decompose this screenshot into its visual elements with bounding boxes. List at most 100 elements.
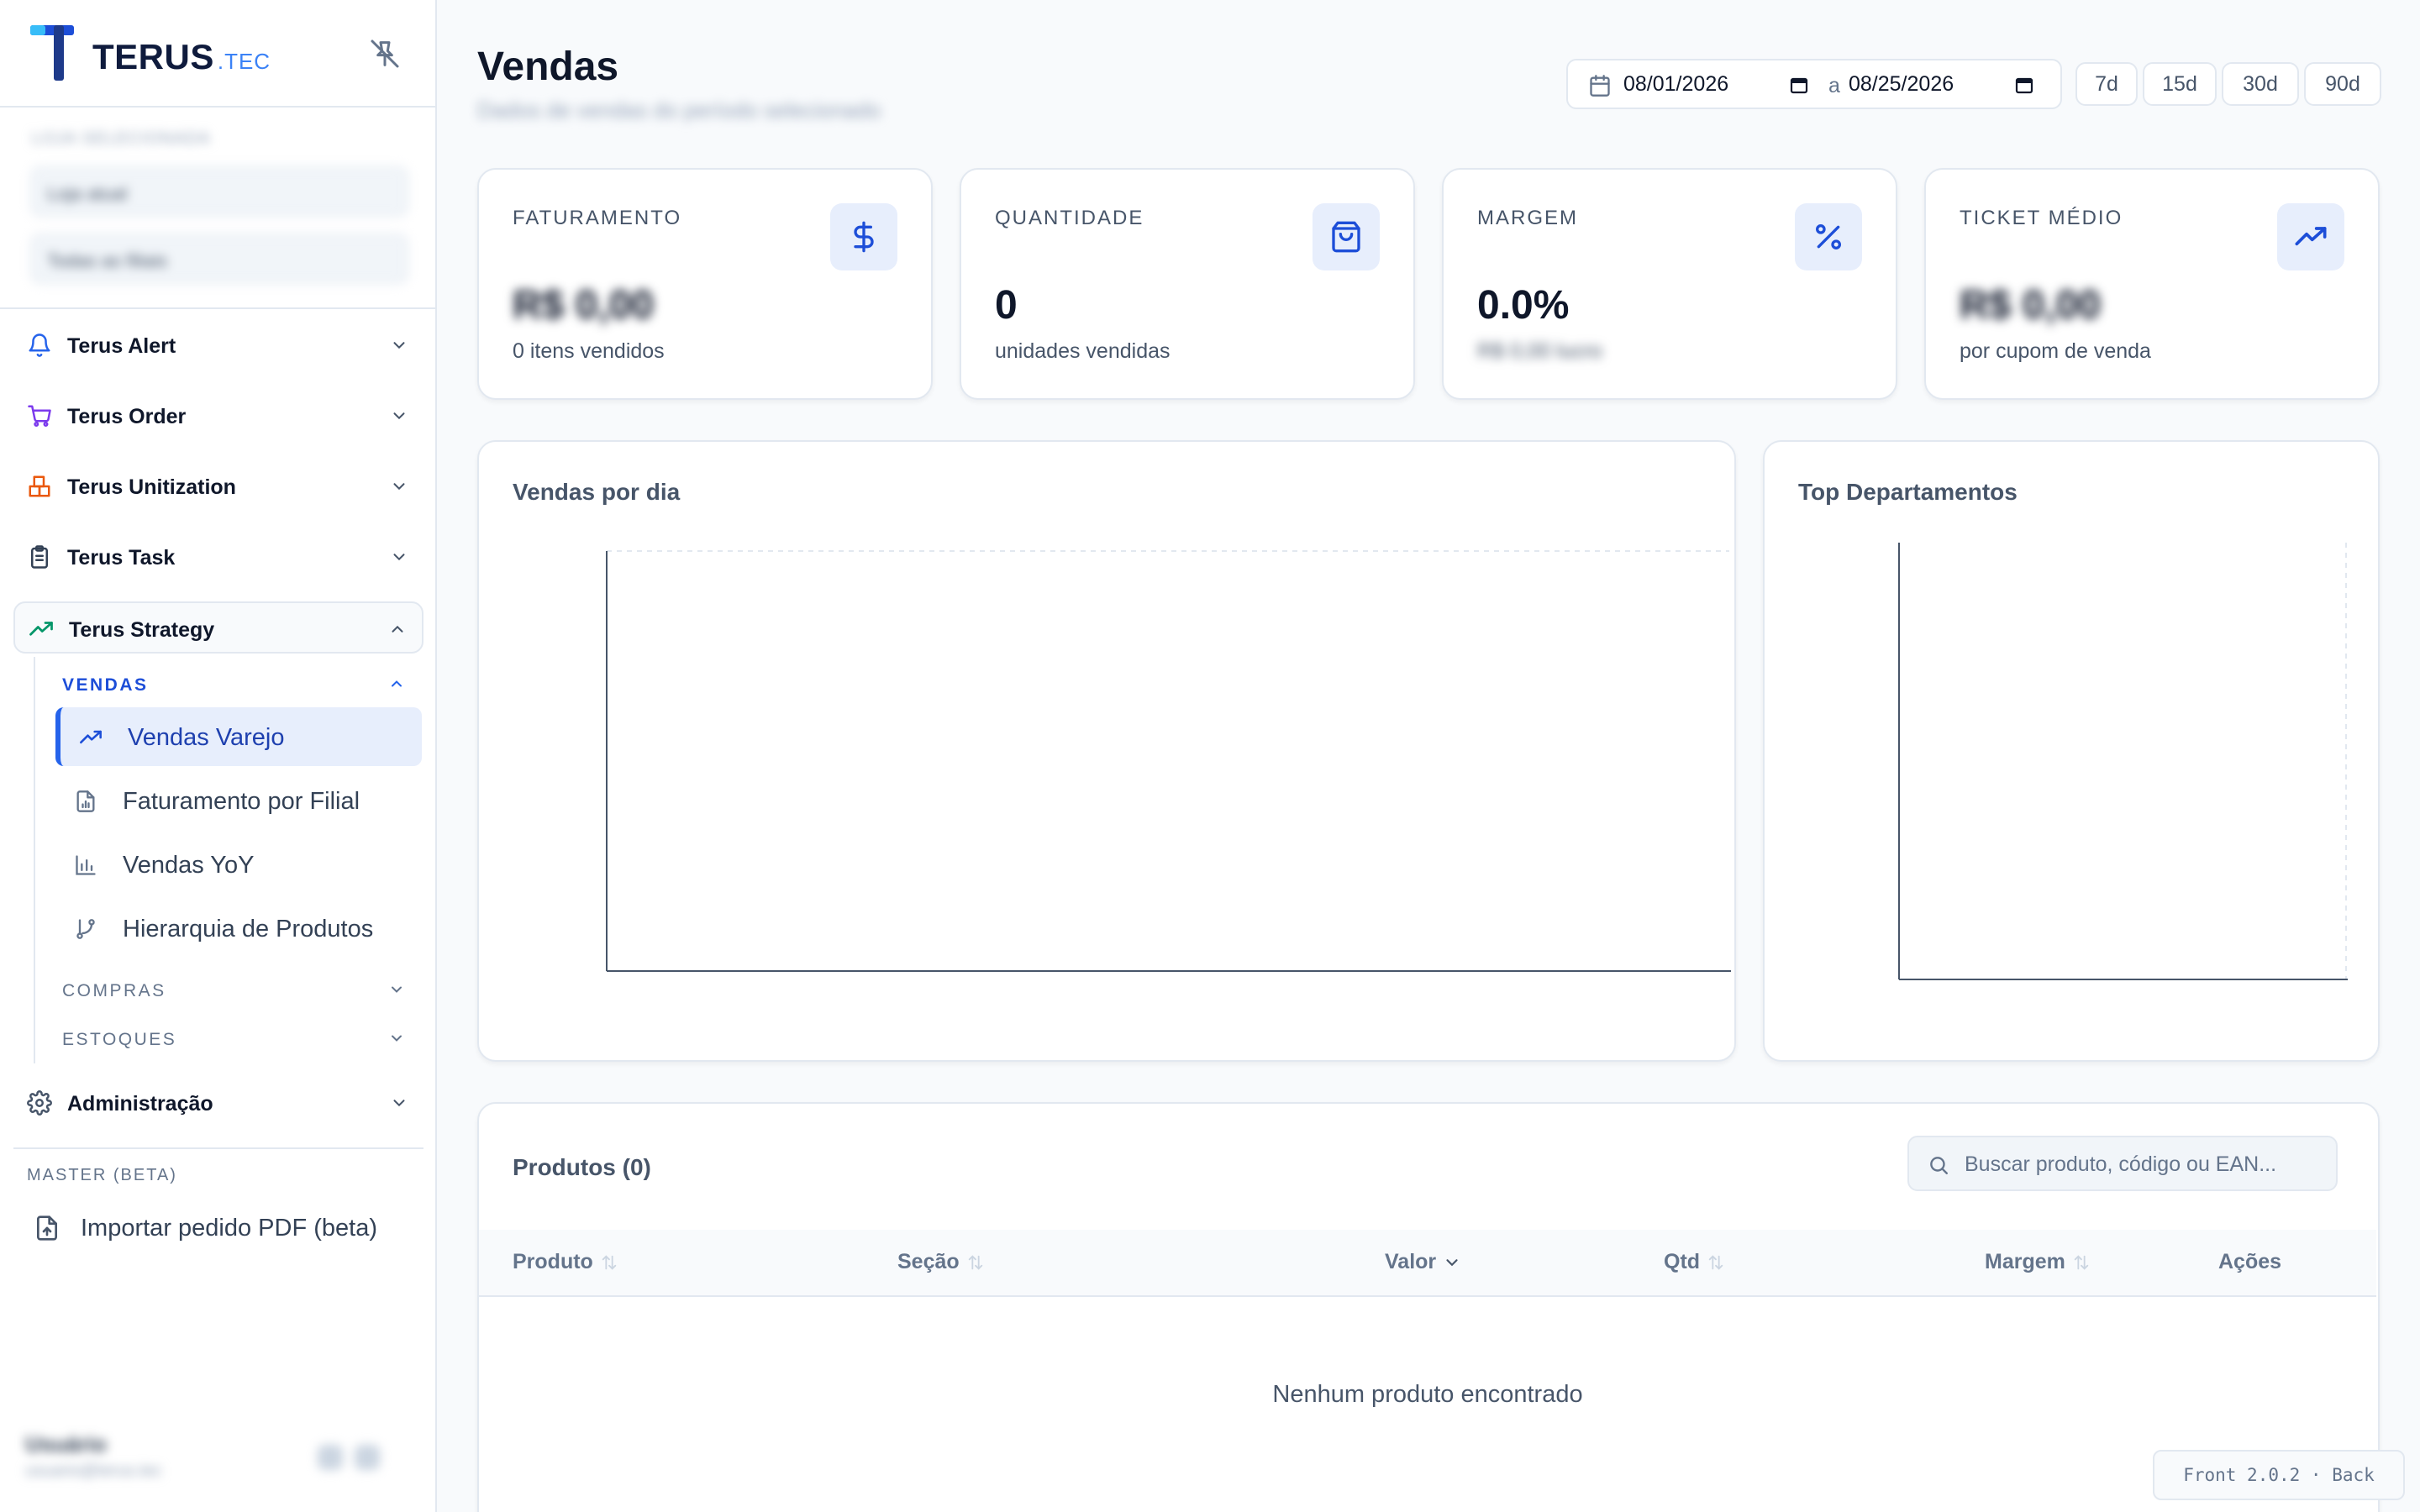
search-icon: [1930, 1157, 1948, 1174]
sidebar-item-vendas-varejo[interactable]: Vendas Varejo: [55, 707, 422, 766]
branch-filter-select[interactable]: Todas as filiais: [30, 234, 408, 284]
kpi-icon-box: [1313, 203, 1380, 270]
nav-terus-unitization[interactable]: Terus Unitization: [13, 460, 424, 512]
chevron-down-icon: [393, 483, 405, 491]
daily-sales-chart-card: Vendas por dia: [477, 440, 1736, 1062]
range-90d-button[interactable]: 90d: [2304, 62, 2381, 106]
column-header-margem[interactable]: Margem: [1985, 1250, 2091, 1274]
kpi-label: TICKET MÉDIO: [1960, 207, 2123, 229]
range-15d-button[interactable]: 15d: [2143, 62, 2217, 106]
kpi-subtext: R$ 0,00 lucro: [1477, 339, 1602, 363]
tree-guide-line: [34, 657, 35, 1063]
sidebar-item-hierarquia-produtos[interactable]: Hierarquia de Produtos: [55, 899, 422, 958]
column-header-secao[interactable]: Seção: [897, 1250, 985, 1274]
nav-label: Terus Unitization: [67, 475, 236, 499]
import-pdf-item[interactable]: Importar pedido PDF (beta): [25, 1203, 420, 1253]
file-upload-icon: [37, 1215, 57, 1241]
sidebar-item-label: Hierarquia de Produtos: [123, 916, 374, 942]
chevron-up-icon: [392, 625, 403, 633]
nav-terus-order[interactable]: Terus Order: [13, 390, 424, 442]
trending-up-icon: [2295, 227, 2327, 246]
user-email: usuario@terus.tec: [25, 1462, 162, 1480]
top-departments-chart: [1898, 543, 2348, 980]
sort-icon: [2074, 1254, 2089, 1270]
nav-terus-alert[interactable]: Terus Alert: [13, 319, 424, 371]
date-separator: a: [1828, 74, 1840, 97]
daily-sales-chart: [606, 550, 1731, 972]
chevron-down-icon: [393, 1100, 405, 1107]
section-vendas[interactable]: VENDAS: [62, 667, 415, 701]
bar-chart-icon: [76, 855, 96, 875]
brand-name: TERUS .TEC: [92, 37, 271, 76]
product-search-input[interactable]: [1965, 1149, 2326, 1179]
sidebar-item-vendas-yoy[interactable]: Vendas YoY: [55, 835, 422, 894]
column-header-qtd[interactable]: Qtd: [1664, 1250, 1725, 1274]
trending-up-icon: [29, 622, 53, 636]
percent-icon: [1816, 224, 1841, 249]
divider: [13, 1147, 424, 1149]
range-7d-button[interactable]: 7d: [2075, 62, 2138, 106]
range-30d-button[interactable]: 30d: [2222, 62, 2299, 106]
kpi-card-faturamento: FATURAMENTO R$ 0,00 0 itens vendidos: [477, 168, 933, 400]
kpi-subtext: unidades vendidas: [995, 339, 1171, 363]
section-estoques[interactable]: ESTOQUES: [62, 1021, 415, 1055]
nav-label: Terus Task: [67, 546, 176, 570]
sort-icon: [968, 1254, 982, 1270]
kpi-icon-box: [2277, 203, 2344, 270]
nav-administracao[interactable]: Administração: [13, 1077, 424, 1129]
kpi-value: 0: [995, 283, 1018, 328]
calendar-icon: [1590, 75, 1610, 97]
empty-state-message: Nenhum produto encontrado: [1272, 1381, 1583, 1408]
column-header-produto[interactable]: Produto: [513, 1250, 618, 1274]
date-to-value: 08/25/2026: [1849, 72, 1954, 96]
kpi-label: MARGEM: [1477, 207, 1578, 229]
chevron-down-icon: [393, 554, 405, 561]
nav-label: Terus Strategy: [69, 618, 215, 642]
sidebar-item-faturamento-filial[interactable]: Faturamento por Filial: [55, 771, 422, 830]
import-pdf-label: Importar pedido PDF (beta): [81, 1215, 377, 1242]
user-name: Usuário: [25, 1431, 107, 1457]
kpi-card-quantidade: QUANTIDADE 0 unidades vendidas: [960, 168, 1415, 400]
kpi-value: R$ 0,00: [513, 283, 655, 328]
unpin-sidebar-icon[interactable]: [368, 37, 402, 71]
logout-icon[interactable]: [355, 1445, 380, 1470]
kpi-label: QUANTIDADE: [995, 207, 1144, 229]
nav-terus-task[interactable]: Terus Task: [13, 531, 424, 583]
kpi-icon-box: [1795, 203, 1862, 270]
chevron-down-icon: [392, 1035, 402, 1042]
file-chart-icon: [76, 790, 95, 812]
section-compras[interactable]: COMPRAS: [62, 973, 415, 1006]
kpi-subtext: por cupom de venda: [1960, 339, 2151, 363]
section-label: VENDAS: [62, 675, 149, 695]
dollar-icon: [854, 221, 874, 253]
theme-toggle-icon[interactable]: [318, 1445, 343, 1470]
sort-icon: [1708, 1254, 1723, 1270]
kpi-card-ticket-medio: TICKET MÉDIO R$ 0,00 por cupom de venda: [1924, 168, 2380, 400]
kpi-card-margem: MARGEM 0.0% R$ 0,00 lucro: [1442, 168, 1897, 400]
logo-row: TERUS .TEC: [0, 0, 435, 108]
kpi-subtext: 0 itens vendidos: [513, 339, 665, 363]
gear-icon: [27, 1090, 52, 1116]
table-header: Produto Seção Valor Qtd Margem Ações: [479, 1230, 2376, 1297]
main-content: Vendas Dados de vendas do período seleci…: [439, 0, 2420, 1512]
kpi-value: R$ 0,00: [1960, 283, 2102, 328]
shopping-bag-icon: [1332, 221, 1360, 253]
page-subtitle: Dados de vendas do período selecionado: [477, 97, 881, 123]
chevron-down-icon: [1446, 1258, 1458, 1266]
kpi-icon-box: [830, 203, 897, 270]
bell-icon: [29, 333, 50, 357]
nav-label: Administração: [67, 1092, 213, 1116]
kpi-label: FATURAMENTO: [513, 207, 682, 229]
chevron-down-icon: [393, 342, 405, 349]
nav-terus-strategy[interactable]: Terus Strategy: [13, 601, 424, 654]
nav-label: Terus Alert: [67, 334, 176, 358]
column-header-valor[interactable]: Valor: [1385, 1250, 1461, 1274]
store-select[interactable]: Loja atual: [30, 166, 408, 217]
date-range-picker: 08/01/2026 a 08/25/2026: [1566, 59, 2062, 109]
calendar-picker-icon[interactable]: [2013, 75, 2035, 95]
column-header-acoes: Ações: [2218, 1250, 2282, 1273]
calendar-picker-icon[interactable]: [1788, 75, 1810, 95]
date-from-value: 08/01/2026: [1623, 72, 1729, 96]
shopping-cart-icon: [28, 405, 51, 428]
products-table-card: Produtos (0) Produto Seção Valor Qtd: [477, 1102, 2380, 1512]
